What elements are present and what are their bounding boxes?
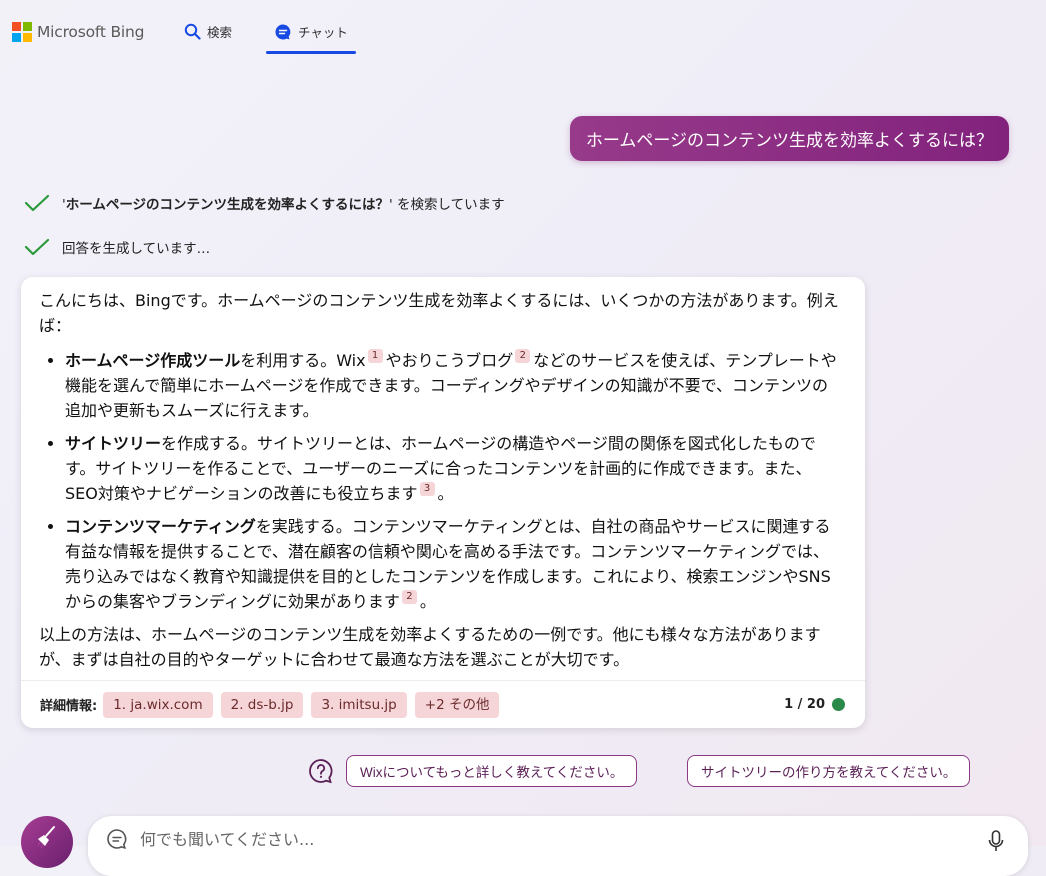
list-item: サイトツリーを作成する。サイトツリーとは、ホームページの構造やページ間の関係を図… bbox=[65, 431, 847, 506]
source-link[interactable]: 3. imitsu.jp bbox=[311, 691, 407, 718]
answer-card: こんにちは、Bingです。ホームページのコンテンツ生成を効率よくするには、いくつ… bbox=[21, 277, 865, 728]
more-sources-link[interactable]: +2 その他 bbox=[414, 691, 500, 718]
check-icon bbox=[24, 238, 50, 256]
generating-progress: 回答を生成しています… bbox=[24, 237, 210, 257]
question-icon[interactable] bbox=[308, 758, 334, 784]
citation-link[interactable]: 2 bbox=[515, 349, 531, 363]
answer-closing: 以上の方法は、ホームページのコンテンツ生成を効率よくするための一例です。他にも様… bbox=[39, 625, 821, 669]
chat-bubble-icon bbox=[107, 829, 127, 850]
bing-logo[interactable]: Microsoft Bing bbox=[12, 22, 144, 42]
tab-chat[interactable]: チャット bbox=[274, 22, 348, 41]
answer-list: ホームページ作成ツールを利用する。Wix1やおりこうブログ2などのサービスを使え… bbox=[39, 348, 847, 614]
microphone-icon[interactable] bbox=[988, 830, 1004, 852]
search-icon bbox=[183, 23, 201, 41]
source-link[interactable]: 2. ds-b.jp bbox=[220, 691, 304, 718]
new-topic-button[interactable] bbox=[21, 816, 73, 868]
broom-icon bbox=[37, 826, 55, 849]
top-bar: Microsoft Bing 検索 チャット bbox=[0, 0, 1046, 60]
answer-intro: こんにちは、Bingです。ホームページのコンテンツ生成を効率よくするには、いくつ… bbox=[39, 291, 839, 335]
learn-more-bar: 詳細情報: 1. ja.wix.com 2. ds-b.jp 3. imitsu… bbox=[21, 680, 865, 728]
brand-name: Microsoft Bing bbox=[37, 23, 145, 41]
chat-input[interactable] bbox=[140, 830, 960, 849]
chat-icon bbox=[274, 23, 292, 41]
answer-body: こんにちは、Bingです。ホームページのコンテンツ生成を効率よくするには、いくつ… bbox=[21, 277, 865, 672]
user-message-bubble: ホームページのコンテンツ生成を効率よくするには？ bbox=[569, 116, 1009, 161]
turn-count-text: 1 / 20 bbox=[784, 697, 825, 712]
user-message-text: ホームページのコンテンツ生成を効率よくするには？ bbox=[585, 131, 993, 151]
tab-chat-label: チャット bbox=[298, 25, 348, 40]
suggestion-button[interactable]: Wixについてもっと詳しく教えてください。 bbox=[346, 755, 638, 787]
citation-link[interactable]: 3 bbox=[419, 482, 435, 496]
list-item: ホームページ作成ツールを利用する。Wix1やおりこうブログ2などのサービスを使え… bbox=[65, 348, 847, 423]
turn-counter: 1 / 20 bbox=[784, 697, 845, 712]
source-link[interactable]: 1. ja.wix.com bbox=[103, 691, 213, 718]
chat-input-box bbox=[88, 816, 1028, 876]
list-item: コンテンツマーケティングを実践する。コンテンツマーケティングとは、自社の商品やサ… bbox=[65, 514, 847, 614]
check-icon bbox=[24, 194, 50, 212]
citation-link[interactable]: 1 bbox=[367, 349, 383, 363]
microsoft-logo-icon bbox=[12, 22, 32, 42]
search-progress-text: 'ホームページのコンテンツ生成を効率よくするには？' を検索しています bbox=[62, 197, 505, 213]
citation-link[interactable]: 2 bbox=[401, 590, 417, 604]
tab-search-label: 検索 bbox=[207, 25, 233, 40]
active-tab-indicator bbox=[266, 51, 356, 54]
tab-search[interactable]: 検索 bbox=[183, 22, 232, 41]
suggestion-button[interactable]: サイトツリーの作り方を教えてください。 bbox=[687, 755, 971, 787]
status-dot-icon bbox=[832, 698, 845, 711]
learn-more-label: 詳細情報: bbox=[40, 699, 98, 714]
search-progress: 'ホームページのコンテンツ生成を効率よくするには？' を検索しています bbox=[24, 193, 505, 213]
generating-progress-text: 回答を生成しています… bbox=[62, 241, 211, 257]
